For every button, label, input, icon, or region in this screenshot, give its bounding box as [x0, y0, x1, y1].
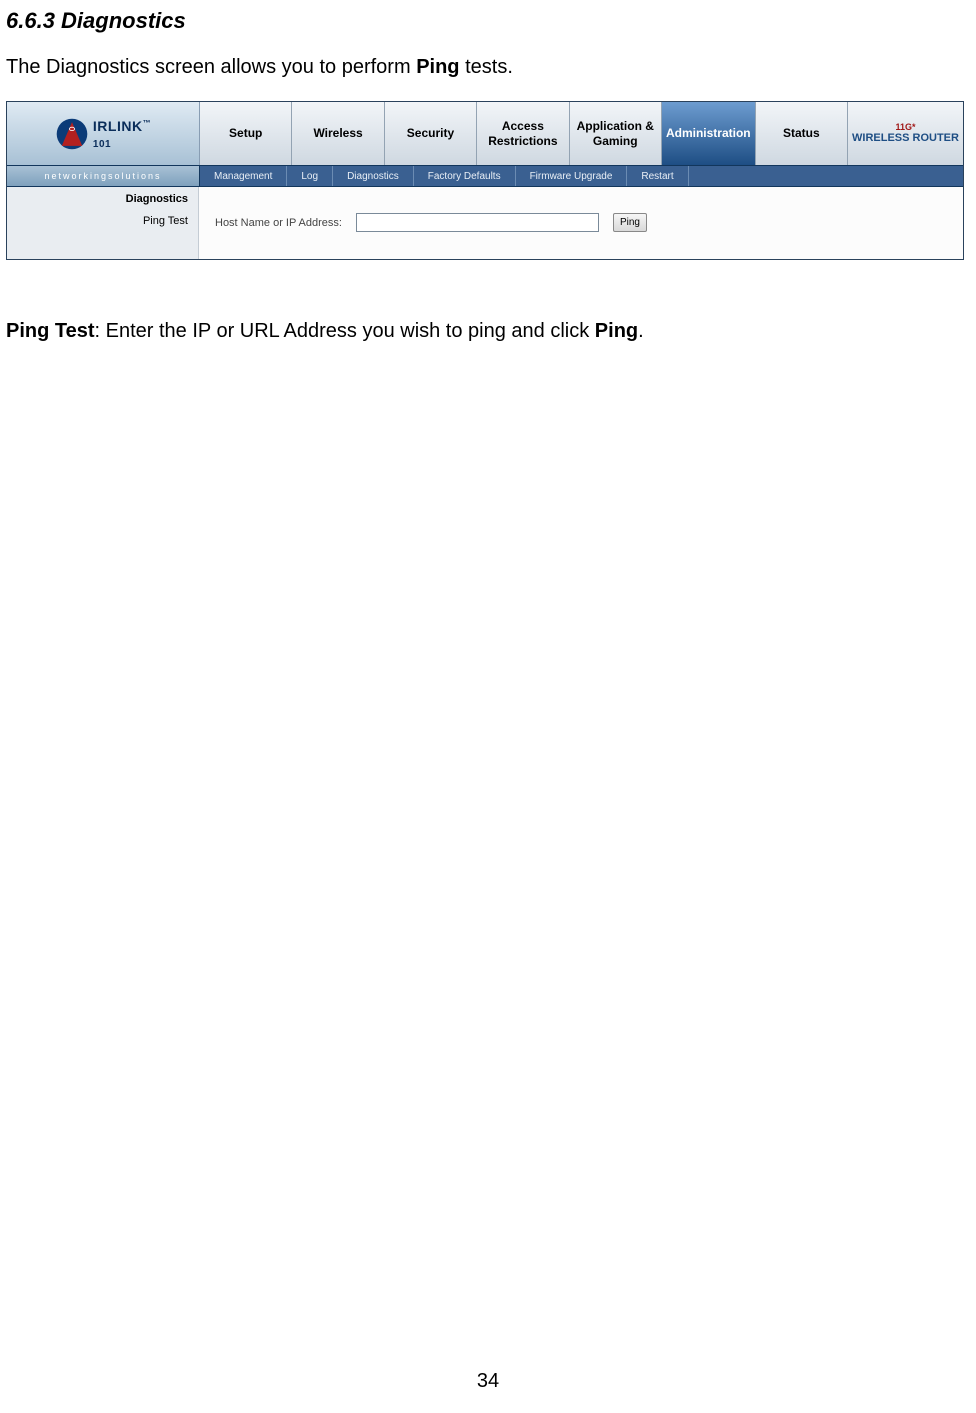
ping-form: Host Name or IP Address: Ping [215, 213, 647, 232]
main-tabs: Setup Wireless Security Access Restricti… [200, 102, 847, 165]
intro-bold: Ping [416, 56, 459, 78]
logo-mark: IRLINK™ 101 [55, 117, 151, 151]
intro-post: tests. [460, 56, 513, 78]
intro-text: The Diagnostics screen allows you to per… [6, 56, 976, 79]
tagline: networkingsolutions [7, 166, 200, 186]
brand-corner: 11G* WIRELESS ROUTER [847, 102, 963, 165]
desc-end: . [638, 320, 644, 342]
right-content: Host Name or IP Address: Ping [199, 187, 963, 259]
subnav-restart[interactable]: Restart [627, 166, 688, 186]
router-screenshot: IRLINK™ 101 Setup Wireless Security Acce… [6, 101, 964, 260]
subnav-management[interactable]: Management [200, 166, 287, 186]
desc-mid: : Enter the IP or URL Address you wish t… [95, 320, 595, 342]
logo-name: IRLINK [93, 118, 143, 134]
top-row: IRLINK™ 101 Setup Wireless Security Acce… [7, 102, 963, 166]
subnav-factory-defaults[interactable]: Factory Defaults [414, 166, 516, 186]
content-area: Diagnostics Ping Test Host Name or IP Ad… [7, 187, 963, 259]
tab-access-restrictions[interactable]: Access Restrictions [477, 102, 569, 165]
sub-nav: networkingsolutions Management Log Diagn… [7, 166, 963, 187]
tab-security[interactable]: Security [385, 102, 477, 165]
section-heading: 6.6.3 Diagnostics [6, 8, 976, 34]
logo-sub: 101 [93, 139, 111, 150]
brand-small: 11G* [895, 123, 915, 133]
tab-setup[interactable]: Setup [200, 102, 292, 165]
desc-bold2: Ping [595, 320, 638, 342]
ping-button[interactable]: Ping [613, 213, 647, 232]
row-label: Ping Test [7, 215, 188, 227]
left-labels: Diagnostics Ping Test [7, 187, 199, 259]
tab-wireless[interactable]: Wireless [292, 102, 384, 165]
description-text: Ping Test: Enter the IP or URL Address y… [6, 320, 976, 343]
subnav-log[interactable]: Log [287, 166, 333, 186]
logo-a-icon [55, 117, 89, 151]
page-number: 34 [0, 1370, 976, 1393]
desc-bold1: Ping Test [6, 320, 95, 342]
section-label: Diagnostics [7, 193, 188, 205]
tab-status[interactable]: Status [756, 102, 847, 165]
logo: IRLINK™ 101 [7, 102, 200, 165]
field-label: Host Name or IP Address: [215, 217, 342, 229]
subnav-diagnostics[interactable]: Diagnostics [333, 166, 414, 186]
logo-text: IRLINK™ 101 [93, 118, 151, 150]
subnav-firmware-upgrade[interactable]: Firmware Upgrade [516, 166, 628, 186]
tab-administration[interactable]: Administration [662, 102, 756, 165]
host-ip-input[interactable] [356, 213, 599, 232]
tab-application-gaming[interactable]: Application & Gaming [570, 102, 662, 165]
brand-big: WIRELESS ROUTER [852, 132, 959, 144]
intro-pre: The Diagnostics screen allows you to per… [6, 56, 416, 78]
